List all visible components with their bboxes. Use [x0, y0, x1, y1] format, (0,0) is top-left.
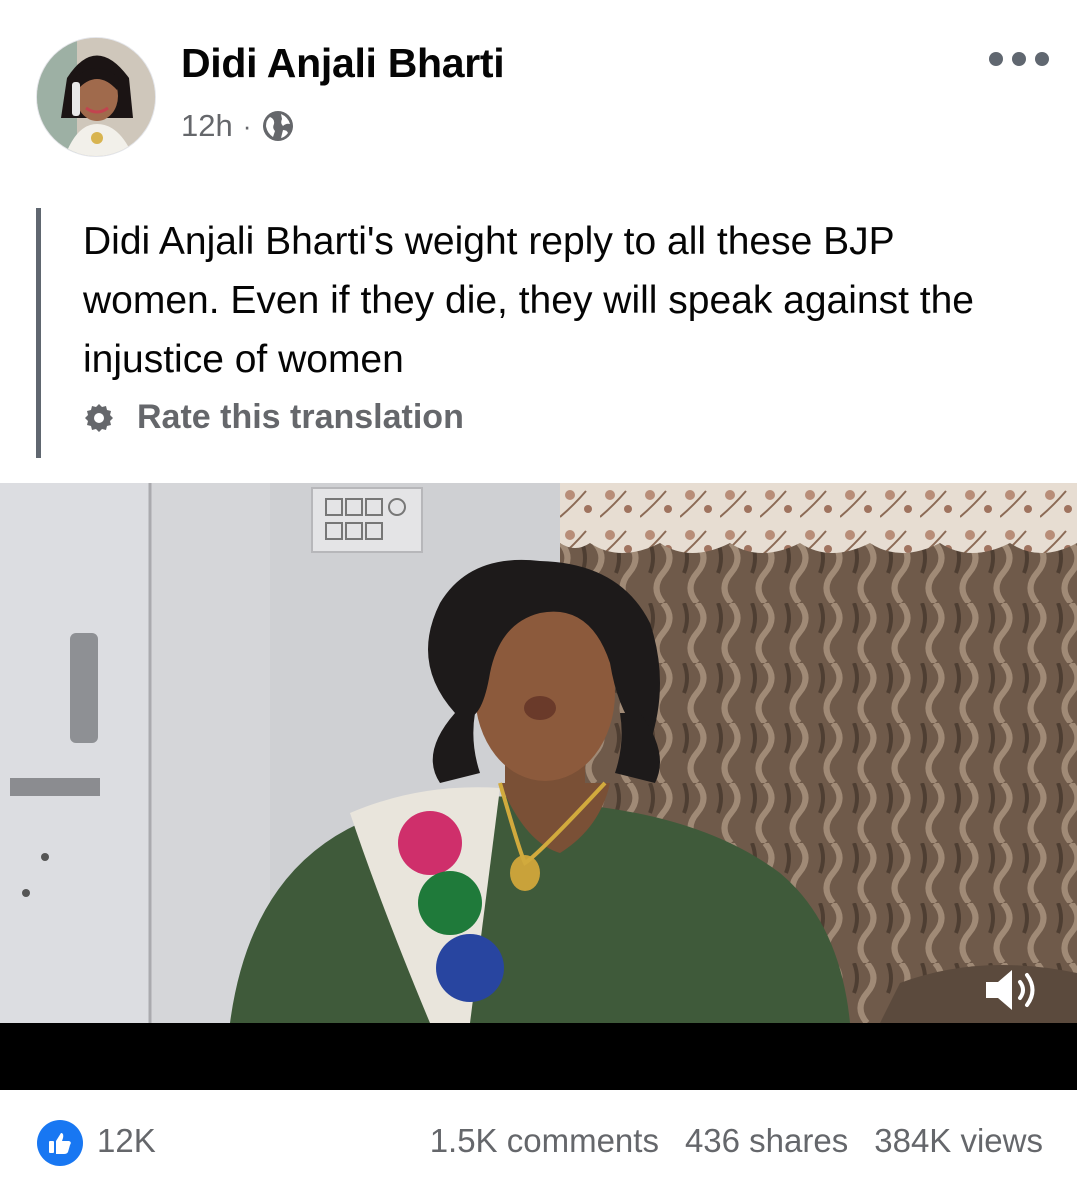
views-count: 384K views [874, 1122, 1043, 1159]
like-count[interactable]: 12K [97, 1122, 156, 1160]
post-body-text: Didi Anjali Bharti's weight reply to all… [83, 220, 974, 381]
more-options-icon[interactable] [989, 46, 1049, 72]
post-meta: 12h · [181, 108, 295, 144]
shares-count[interactable]: 436 shares [685, 1122, 848, 1160]
comments-count[interactable]: 1.5K comments [430, 1122, 659, 1160]
like-icon[interactable] [37, 1120, 83, 1166]
rate-translation-link[interactable]: Rate this translation [83, 398, 464, 437]
more-dot [1012, 52, 1026, 66]
rate-translation-label: Rate this translation [137, 398, 464, 436]
post-timestamp[interactable]: 12h [181, 108, 233, 144]
more-dot [989, 52, 1003, 66]
video-player[interactable] [0, 483, 1077, 1090]
video-frame [0, 483, 1077, 1090]
meta-separator: · [242, 110, 252, 141]
more-dot [1035, 52, 1049, 66]
post-text-block: Didi Anjali Bharti's weight reply to all… [36, 208, 1041, 458]
author-avatar[interactable] [37, 38, 155, 156]
engagement-stats: 1.5K comments 436 shares 384K views [430, 1122, 1043, 1160]
gear-icon [85, 403, 113, 432]
post-footer: 12K 1.5K comments 436 shares 384K views [0, 1110, 1077, 1170]
author-name[interactable]: Didi Anjali Bharti [181, 40, 505, 87]
globe-icon[interactable] [261, 109, 295, 143]
volume-icon[interactable] [980, 962, 1046, 1018]
post-header: Didi Anjali Bharti 12h · [0, 0, 1077, 170]
